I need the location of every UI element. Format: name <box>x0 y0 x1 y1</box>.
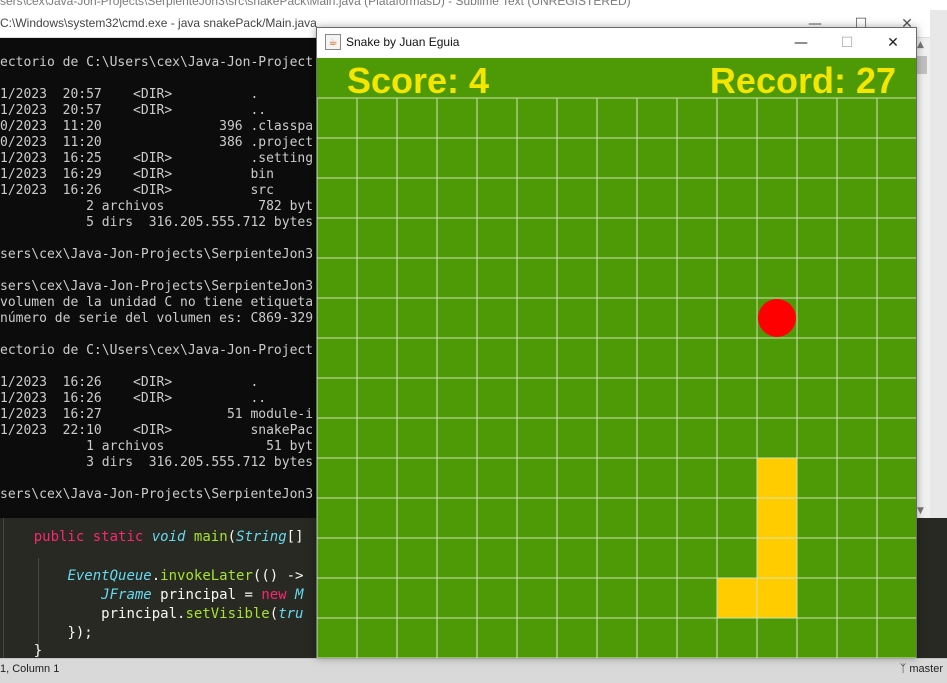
git-branch: ᛉ master <box>900 663 943 675</box>
cmd-line: 2 archivos 782 byt <box>0 199 314 214</box>
cmd-line: 3 dirs 316.205.555.712 bytes <box>0 455 314 470</box>
cmd-line: 1 archivos 51 byt <box>0 439 314 454</box>
cmd-line: 1/2023 16:26 <DIR> . <box>0 375 259 390</box>
snake-window[interactable]: ☕ Snake by Juan Eguia — ☐ ✕ Score: 4 Rec… <box>316 27 917 658</box>
game-grid <box>317 58 916 658</box>
game-board[interactable]: Score: 4 Record: 27 <box>317 58 916 658</box>
code-line: JFrame principal = new M <box>101 587 304 603</box>
snake-segment <box>717 578 757 618</box>
cmd-line <box>0 327 318 343</box>
scroll-down-icon[interactable]: ▼ <box>917 506 924 516</box>
cmd-line: 1/2023 20:57 <DIR> .. <box>0 103 267 118</box>
snake-title-bar[interactable]: ☕ Snake by Juan Eguia — ☐ ✕ <box>317 28 916 58</box>
cmd-line <box>0 231 318 247</box>
cmd-line <box>0 263 318 279</box>
cmd-line <box>0 471 318 487</box>
snake-segment <box>757 498 797 538</box>
snake-head <box>757 458 797 498</box>
cursor-position: 1, Column 1 <box>0 663 60 675</box>
cmd-line: volumen de la unidad C no tiene etiqueta <box>0 295 314 310</box>
cmd-line: 1/2023 16:26 <DIR> .. <box>0 391 267 406</box>
scrollbar-thumb[interactable] <box>916 56 927 74</box>
cmd-line: 0/2023 11:20 396 .classpa <box>0 119 314 134</box>
code-line: public static void main(String[] <box>33 529 304 545</box>
java-cup-icon: ☕ <box>325 34 341 50</box>
snake-minimize-button[interactable]: — <box>778 28 824 58</box>
sublime-title-bar: sers\cex\Java-Jon-Projects\SerpienteJon3… <box>0 0 947 10</box>
cmd-line: sers\cex\Java-Jon-Projects\SerpienteJon3 <box>0 487 314 502</box>
snake-maximize-button: ☐ <box>840 35 854 51</box>
food-apple <box>758 299 796 337</box>
cmd-line: número de serie del volumen es: C869-329 <box>0 311 314 326</box>
code-line: principal.setVisible(tru <box>101 606 304 622</box>
code-line: }); <box>67 625 93 641</box>
cmd-line: 1/2023 16:26 <DIR> src <box>0 183 274 198</box>
cmd-line: 1/2023 20:57 <DIR> . <box>0 87 259 102</box>
snake-window-title: Snake by Juan Eguia <box>346 35 460 49</box>
sublime-title-text: sers\cex\Java-Jon-Projects\SerpienteJon3… <box>0 0 631 8</box>
snake-segment <box>757 538 797 578</box>
board-background <box>317 58 916 658</box>
cmd-line: 0/2023 11:20 386 .project <box>0 135 314 150</box>
cmd-line <box>0 359 318 375</box>
code-line: EventQueue.invokeLater(() -> <box>67 568 304 584</box>
snake-segment <box>757 578 797 618</box>
cmd-title-text: C:\Windows\system32\cmd.exe - java snake… <box>0 16 317 30</box>
record-label: Record: 27 <box>709 60 896 101</box>
scroll-up-icon[interactable]: ▲ <box>917 40 924 50</box>
cmd-line: 1/2023 16:29 <DIR> bin <box>0 167 274 182</box>
branch-icon: ᛉ <box>899 663 910 675</box>
snake-close-button[interactable]: ✕ <box>870 28 916 58</box>
cmd-line: 5 dirs 316.205.555.712 bytes <box>0 215 314 230</box>
sublime-status-bar: 1, Column 1 ᛉ master <box>0 658 947 683</box>
cmd-line: ectorio de C:\Users\cex\Java-Jon-Project <box>0 55 314 70</box>
cmd-line: 1/2023 22:10 <DIR> snakePac <box>0 423 314 438</box>
cmd-line: sers\cex\Java-Jon-Projects\SerpienteJon3 <box>0 279 314 294</box>
cmd-line: 1/2023 16:25 <DIR> .setting <box>0 151 314 166</box>
cmd-line: sers\cex\Java-Jon-Projects\SerpienteJon3 <box>0 247 314 262</box>
cmd-line: ectorio de C:\Users\cex\Java-Jon-Project <box>0 343 314 358</box>
cmd-line <box>0 71 318 87</box>
cmd-output: ectorio de C:\Users\cex\Java-Jon-Project… <box>0 55 318 503</box>
score-label: Score: 4 <box>347 60 490 101</box>
cmd-line: 1/2023 16:27 51 module-i <box>0 407 314 422</box>
branch-name: master <box>909 663 943 675</box>
